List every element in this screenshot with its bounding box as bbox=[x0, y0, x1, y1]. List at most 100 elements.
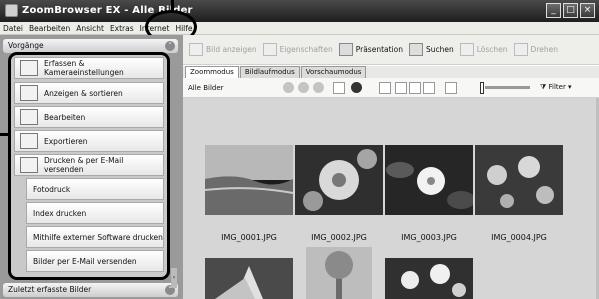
minimize-button[interactable]: _ bbox=[546, 3, 561, 18]
subtask-external-print[interactable]: Mithilfe externer Software drucken bbox=[26, 226, 164, 248]
task-list-scroll-thumb[interactable] bbox=[168, 236, 170, 272]
back-icon[interactable] bbox=[283, 82, 294, 93]
task-export-label: Exportieren bbox=[44, 136, 88, 146]
filter-label: Filter bbox=[548, 83, 566, 91]
printer-icon bbox=[20, 157, 38, 173]
delete-label: Löschen bbox=[476, 45, 508, 54]
task-panel-header[interactable]: Vorgänge ˄ bbox=[3, 39, 178, 53]
thumbnail-img-0004[interactable] bbox=[475, 145, 563, 215]
subtask-photo-print-label: Fotodruck bbox=[33, 184, 71, 194]
task-view-sort[interactable]: Anzeigen & sortieren bbox=[14, 82, 164, 104]
view-mode-tabs: Zoommodus Bildlaufmodus Vorschaumodus bbox=[183, 66, 599, 78]
thumbnail-img-0003[interactable] bbox=[385, 145, 473, 215]
info-icon[interactable] bbox=[351, 82, 362, 93]
subtask-email[interactable]: Bilder per E-Mail versenden bbox=[26, 250, 164, 272]
thumbnail-img-0005[interactable] bbox=[205, 258, 293, 299]
close-button[interactable]: × bbox=[580, 3, 595, 18]
slideshow-label: Präsentation bbox=[355, 45, 403, 54]
menu-bearbeiten[interactable]: Bearbeiten bbox=[26, 22, 73, 34]
thumbnail-name-0004: IMG_0004.JPG bbox=[491, 233, 547, 242]
photo-white-flower bbox=[385, 145, 473, 215]
task-edit-label: Bearbeiten bbox=[44, 112, 86, 122]
zoom-out-icon[interactable] bbox=[409, 82, 421, 94]
task-capture[interactable]: Erfassen & Kameraeinstellungen bbox=[14, 57, 164, 79]
display-options-icon[interactable] bbox=[333, 82, 345, 94]
thumbnail-name-0002: IMG_0002.JPG bbox=[311, 233, 367, 242]
thumbnail-name-0003: IMG_0003.JPG bbox=[401, 233, 457, 242]
properties-button[interactable]: Eigenschaften bbox=[262, 43, 333, 56]
rotate-label: Drehen bbox=[530, 45, 558, 54]
menu-extras[interactable]: Extras bbox=[107, 22, 137, 34]
view-image-button[interactable]: Bild anzeigen bbox=[189, 43, 257, 56]
subtask-index-print-label: Index drucken bbox=[33, 208, 87, 218]
menu-ansicht[interactable]: Ansicht bbox=[73, 22, 107, 34]
subtask-index-print[interactable]: Index drucken bbox=[26, 202, 164, 224]
thumbnail-img-0001[interactable] bbox=[205, 145, 293, 215]
app-logo-icon bbox=[5, 4, 18, 17]
task-print-email[interactable]: Drucken & per E-Mail versenden bbox=[14, 154, 164, 176]
main-toolbar: Bild anzeigen Eigenschaften Präsentation… bbox=[183, 35, 599, 65]
trash-icon bbox=[459, 43, 474, 56]
task-panel-header-label: Vorgänge bbox=[8, 41, 44, 50]
rotate-view-icon[interactable] bbox=[423, 82, 435, 94]
collapse-chevron-icon[interactable]: ˄ bbox=[165, 41, 175, 51]
panel-toggle-handle[interactable]: ‹ bbox=[171, 268, 177, 288]
window-controls: _ □ × bbox=[546, 3, 595, 18]
rotate-icon bbox=[513, 43, 528, 56]
photo-lily bbox=[205, 258, 293, 299]
pencil-icon bbox=[20, 109, 38, 125]
zoom-slider-thumb[interactable] bbox=[480, 82, 484, 94]
subtask-external-print-label: Mithilfe externer Software drucken bbox=[33, 232, 163, 242]
view-image-label: Bild anzeigen bbox=[206, 45, 257, 54]
search-label: Suchen bbox=[425, 45, 454, 54]
thumbnail-img-0002[interactable] bbox=[295, 145, 383, 215]
thumbnail-img-0007[interactable] bbox=[385, 258, 473, 299]
zoom-slider[interactable] bbox=[485, 86, 530, 89]
books-icon bbox=[20, 85, 38, 101]
forward-icon[interactable] bbox=[298, 82, 309, 93]
photo-water-reflection bbox=[205, 145, 293, 215]
slideshow-button[interactable]: Präsentation bbox=[338, 43, 403, 56]
task-print-email-label: Drucken & per E-Mail versenden bbox=[44, 156, 124, 174]
filter-button[interactable]: ⧩ Filter ▾ bbox=[540, 83, 572, 92]
tab-zoom-mode[interactable]: Zoommodus bbox=[185, 66, 239, 78]
up-icon[interactable] bbox=[313, 82, 324, 93]
recent-images-header[interactable]: Zuletzt erfasste Bilder ˅ bbox=[3, 283, 178, 297]
properties-icon bbox=[262, 43, 277, 56]
tab-scroll-mode[interactable]: Bildlaufmodus bbox=[239, 66, 300, 78]
callout-pointer-left bbox=[0, 133, 9, 136]
fit-icon[interactable] bbox=[445, 82, 457, 94]
filter-icon: ⧩ bbox=[540, 83, 547, 91]
export-icon bbox=[20, 133, 38, 149]
task-list-callout-box: Erfassen & Kameraeinstellungen Anzeigen … bbox=[8, 52, 170, 280]
photo-tree bbox=[306, 247, 372, 299]
photo-yellow-flowers bbox=[475, 145, 563, 215]
rotate-button[interactable]: Drehen bbox=[513, 43, 558, 56]
thumbnail-name-0001: IMG_0001.JPG bbox=[221, 233, 277, 242]
menu-bar: Datei Bearbeiten Ansicht Extras Internet… bbox=[0, 22, 599, 35]
subtask-photo-print[interactable]: Fotodruck bbox=[26, 178, 164, 200]
task-list-scrollbar[interactable] bbox=[168, 55, 170, 280]
title-bar: ZoomBrowser EX - Alle Bilder _ □ × bbox=[0, 0, 599, 22]
task-export[interactable]: Exportieren bbox=[14, 130, 164, 152]
view-header: Alle Bilder ⧩ Filter ▾ bbox=[183, 78, 599, 98]
select-arrow-icon[interactable] bbox=[379, 82, 391, 94]
delete-button[interactable]: Löschen bbox=[459, 43, 508, 56]
tab-preview-mode[interactable]: Vorschaumodus bbox=[300, 66, 367, 78]
menu-datei[interactable]: Datei bbox=[0, 22, 26, 34]
thumbnail-img-0006[interactable] bbox=[306, 247, 372, 299]
photo-flower-cluster bbox=[295, 145, 383, 215]
search-icon bbox=[408, 43, 423, 56]
slideshow-icon bbox=[338, 43, 353, 56]
task-edit[interactable]: Bearbeiten bbox=[14, 106, 164, 128]
search-button[interactable]: Suchen bbox=[408, 43, 454, 56]
photo-white-flowers bbox=[385, 258, 473, 299]
task-capture-label: Erfassen & Kameraeinstellungen bbox=[44, 59, 124, 77]
view-image-icon bbox=[189, 43, 203, 56]
recent-images-label: Zuletzt erfasste Bilder bbox=[8, 285, 92, 294]
zoom-in-icon[interactable] bbox=[395, 82, 407, 94]
camera-icon bbox=[20, 60, 38, 76]
task-view-sort-label: Anzeigen & sortieren bbox=[44, 88, 123, 98]
properties-label: Eigenschaften bbox=[279, 45, 333, 54]
maximize-button[interactable]: □ bbox=[563, 3, 578, 18]
